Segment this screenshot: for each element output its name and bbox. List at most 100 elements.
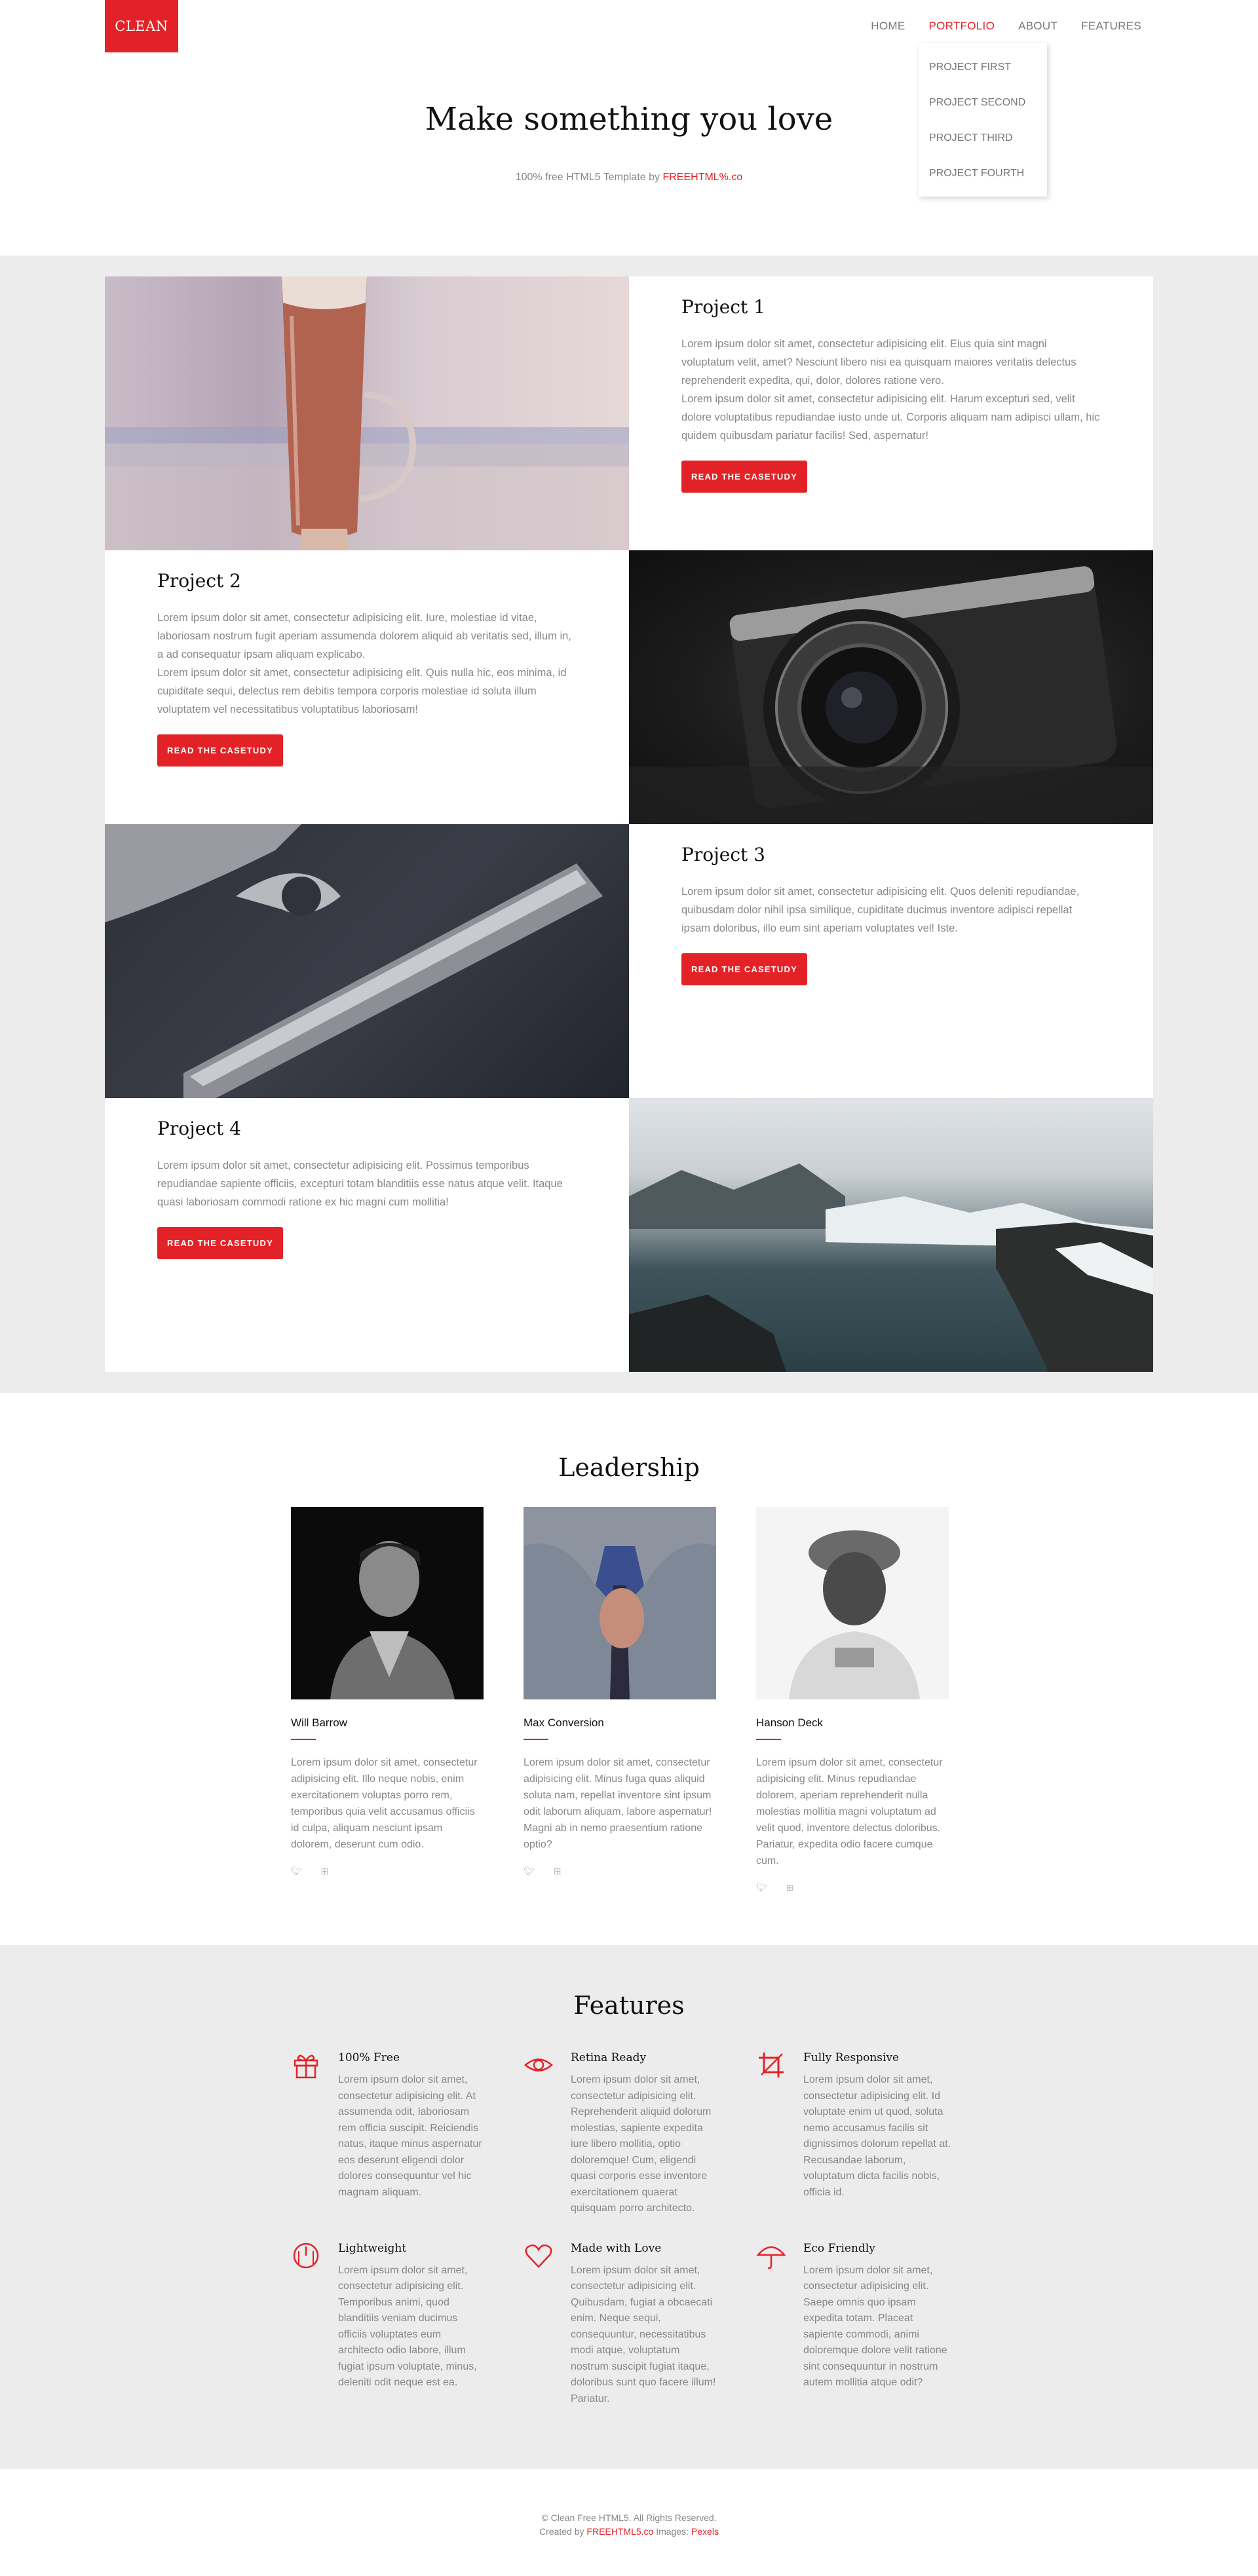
member-bio: Lorem ipsum dolor sit amet, consectetur … xyxy=(524,1757,712,1850)
project-title: Project 2 xyxy=(157,570,241,592)
member-social: 🐦︎ ⊞ xyxy=(524,1866,716,1877)
leadership-section: Leadership Will Barrow Lorem ipsum dolor… xyxy=(0,1393,1258,1945)
project-image-wrenches xyxy=(105,824,629,1098)
project-text-1: Project 1 Lorem ipsum dolor sit amet, co… xyxy=(629,276,1153,550)
feature-item: Made with Love Lorem ipsum dolor sit ame… xyxy=(524,2241,756,2408)
member-bio: Lorem ipsum dolor sit amet, consectetur … xyxy=(756,1757,943,1866)
heart-icon xyxy=(525,2244,552,2268)
eye-icon xyxy=(524,2058,553,2072)
feature-text: 100% Free Lorem ipsum dolor sit amet, co… xyxy=(338,2050,486,2217)
project-description: Lorem ipsum dolor sit amet, consectetur … xyxy=(157,612,571,715)
project-description: Lorem ipsum dolor sit amet, consectetur … xyxy=(681,886,1080,934)
coffee-glass-illustration xyxy=(105,276,629,550)
nav-about[interactable]: ABOUT xyxy=(1018,20,1058,33)
gift-icon xyxy=(294,2055,318,2079)
site-footer: © Clean Free HTML5. All Rights Reserved.… xyxy=(0,2469,1258,2576)
feature-description: Lorem ipsum dolor sit amet, consectetur … xyxy=(571,2074,712,2214)
member-name: Will Barrow xyxy=(291,1716,347,1729)
feature-text: Lightweight Lorem ipsum dolor sit amet, … xyxy=(338,2241,486,2408)
feature-name: Made with Love xyxy=(571,2241,662,2255)
feature-name: Retina Ready xyxy=(571,2051,647,2064)
hero-subtitle-text: 100% free HTML5 Template by xyxy=(515,172,660,183)
hero-title: Make something you love xyxy=(425,101,833,138)
footer-images-label: Images: xyxy=(656,2526,689,2537)
feature-name: Fully Responsive xyxy=(803,2051,900,2064)
site-header: CLEAN HOME PORTFOLIO ABOUT FEATURES PROJ… xyxy=(0,0,1258,256)
twitter-icon[interactable]: 🐦︎ xyxy=(524,1866,535,1877)
footer-copyright: © Clean Free HTML5. All Rights Reserved. xyxy=(541,2512,717,2523)
footer-created-label: Created by xyxy=(539,2526,584,2537)
nav-features[interactable]: FEATURES xyxy=(1081,20,1141,33)
read-casestudy-button[interactable]: READ THE CASETUDY xyxy=(681,461,807,493)
feature-item: Lightweight Lorem ipsum dolor sit amet, … xyxy=(291,2241,524,2408)
dribbble-icon[interactable]: ⊞ xyxy=(321,1866,329,1877)
footer-freehtml5-link[interactable]: FREEHTML5.co xyxy=(586,2526,653,2537)
hero-subtitle-link[interactable]: FREEHTML%.co xyxy=(662,172,742,183)
member-photo xyxy=(291,1507,484,1699)
project-title: Project 4 xyxy=(157,1118,241,1139)
twitter-icon[interactable]: 🐦︎ xyxy=(291,1866,303,1877)
project-image-camera xyxy=(629,550,1153,824)
read-casestudy-button[interactable]: READ THE CASETUDY xyxy=(157,734,283,767)
features-section: Features 100% Free Lorem ipsum dolor sit… xyxy=(0,1945,1258,2469)
features-title: Features xyxy=(573,1991,685,2020)
member-social: 🐦︎ ⊞ xyxy=(756,1882,949,1893)
member-photo xyxy=(756,1507,949,1699)
wrench-illustration xyxy=(105,824,603,1098)
feature-item: Fully Responsive Lorem ipsum dolor sit a… xyxy=(756,2050,989,2217)
logo-text: CLEAN xyxy=(115,18,168,34)
footer-pexels-link[interactable]: Pexels xyxy=(691,2526,719,2537)
member-photo xyxy=(524,1507,716,1699)
project-row-4: Project 4 Lorem ipsum dolor sit amet, co… xyxy=(105,1098,1153,1372)
project-text-3: Project 3 Lorem ipsum dolor sit amet, co… xyxy=(629,824,1153,1098)
read-casestudy-button[interactable]: READ THE CASETUDY xyxy=(157,1227,283,1259)
member-name: Hanson Deck xyxy=(756,1716,824,1729)
umbrella-icon xyxy=(756,2246,786,2269)
feature-description: Lorem ipsum dolor sit amet, consectetur … xyxy=(803,2074,951,2198)
nav-portfolio[interactable]: PORTFOLIO xyxy=(928,20,995,33)
feature-description: Lorem ipsum dolor sit amet, consectetur … xyxy=(338,2074,482,2198)
project-description: Lorem ipsum dolor sit amet, consectetur … xyxy=(157,1160,563,1208)
team-grid: Will Barrow Lorem ipsum dolor sit amet, … xyxy=(291,1507,949,1893)
crop-icon xyxy=(759,2053,784,2077)
hero-subtitle: 100% free HTML5 Template by FREEHTML%.co xyxy=(0,172,1258,183)
site-logo[interactable]: CLEAN xyxy=(105,0,178,52)
dribbble-icon[interactable]: ⊞ xyxy=(554,1866,562,1877)
dribbble-icon[interactable]: ⊞ xyxy=(786,1882,794,1893)
read-casestudy-button[interactable]: READ THE CASETUDY xyxy=(681,953,807,985)
feature-item: Eco Friendly Lorem ipsum dolor sit amet,… xyxy=(756,2241,989,2408)
team-member-card: Hanson Deck Lorem ipsum dolor sit amet, … xyxy=(756,1507,949,1893)
team-member-card: Will Barrow Lorem ipsum dolor sit amet, … xyxy=(291,1507,484,1893)
team-member-card: Max Conversion Lorem ipsum dolor sit ame… xyxy=(524,1507,716,1893)
project-row-1: Project 1 Lorem ipsum dolor sit amet, co… xyxy=(105,276,1153,550)
feature-description: Lorem ipsum dolor sit amet, consectetur … xyxy=(803,2264,947,2389)
project-description: Lorem ipsum dolor sit amet, consectetur … xyxy=(681,338,1100,442)
feature-name: Eco Friendly xyxy=(803,2241,875,2255)
nav-home[interactable]: HOME xyxy=(871,20,905,33)
feature-text: Retina Ready Lorem ipsum dolor sit amet,… xyxy=(571,2050,719,2217)
member-name: Max Conversion xyxy=(524,1716,604,1729)
member-bio: Lorem ipsum dolor sit amet, consectetur … xyxy=(291,1757,478,1850)
project-text-4: Project 4 Lorem ipsum dolor sit amet, co… xyxy=(105,1098,629,1372)
project-row-2: Project 2 Lorem ipsum dolor sit amet, co… xyxy=(105,550,1153,824)
twitter-icon[interactable]: 🐦︎ xyxy=(756,1882,768,1893)
project-title: Project 3 xyxy=(681,844,765,865)
project-row-3: Project 3 Lorem ipsum dolor sit amet, co… xyxy=(105,824,1153,1098)
project-title: Project 1 xyxy=(681,296,765,318)
feature-name: Lightweight xyxy=(338,2241,407,2255)
member-divider xyxy=(756,1739,781,1740)
camera-illustration xyxy=(629,566,1153,824)
dropdown-item-project-first[interactable]: PROJECT FIRST xyxy=(919,50,1047,85)
lake-illustration xyxy=(629,1164,1153,1372)
project-image-coffee xyxy=(105,276,629,550)
feature-name: 100% Free xyxy=(338,2051,400,2064)
portrait-1 xyxy=(330,1541,455,1699)
leadership-title: Leadership xyxy=(558,1453,700,1482)
portrait-3 xyxy=(789,1530,920,1699)
member-divider xyxy=(291,1739,316,1740)
feature-item: 100% Free Lorem ipsum dolor sit amet, co… xyxy=(291,2050,524,2217)
feature-text: Fully Responsive Lorem ipsum dolor sit a… xyxy=(803,2050,951,2217)
features-grid: 100% Free Lorem ipsum dolor sit amet, co… xyxy=(291,2050,989,2407)
project-image-lake xyxy=(629,1098,1153,1372)
feature-text: Eco Friendly Lorem ipsum dolor sit amet,… xyxy=(803,2241,951,2408)
